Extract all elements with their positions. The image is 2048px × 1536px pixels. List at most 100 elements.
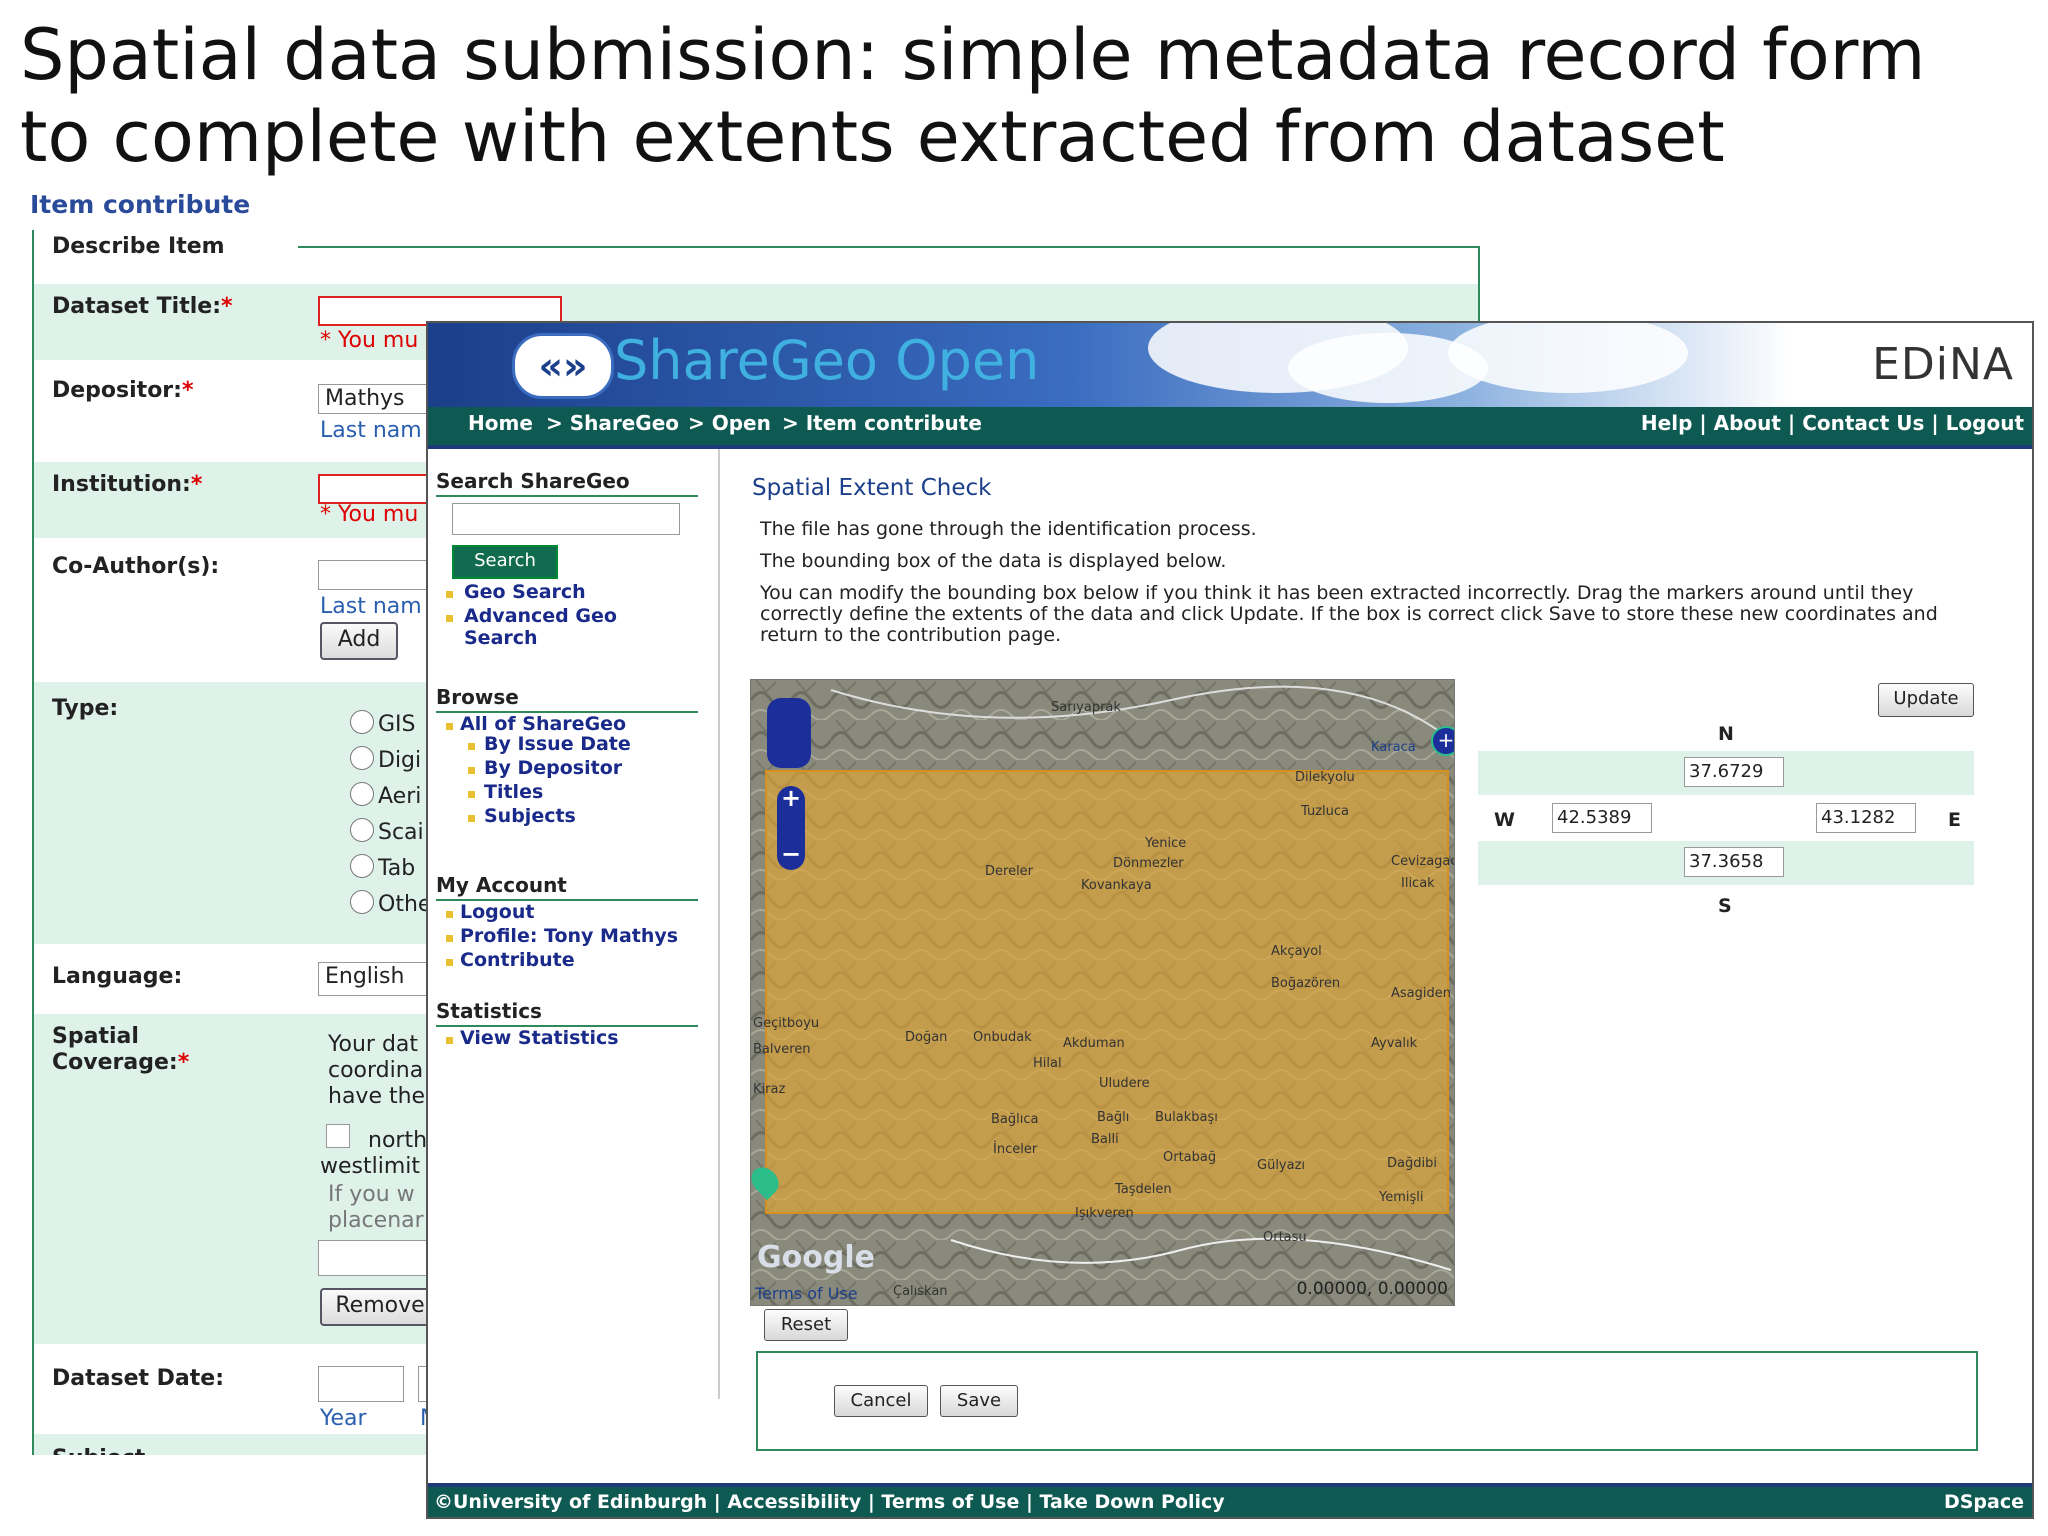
actions-box: Cancel Save [756,1351,1978,1451]
south-input[interactable]: 37.3658 [1684,847,1784,877]
institution-error: * You mu [320,502,419,527]
dspace-link[interactable]: DSpace [1944,1491,2024,1513]
top-links[interactable]: Help | About | Contact Us | Logout [1641,411,2024,435]
map-place-label: Ayvalık [1371,1036,1418,1051]
coauthor-last-name-hint: Last nam [320,594,422,619]
map-place-label: Balli [1091,1132,1119,1147]
language-select[interactable]: English [318,962,438,996]
west-input[interactable]: 42.5389 [1552,803,1652,833]
geo-search-link[interactable]: Geo Search [464,581,586,603]
map-place-label: Akduman [1063,1036,1125,1051]
type-radio-aerial[interactable] [350,782,374,806]
breadcrumb-home[interactable]: Home [468,411,533,435]
browse-by-depositor[interactable]: By Depositor [484,757,622,779]
sharegeo-banner: «» ShareGeo Open EDiNA [428,323,2032,407]
cancel-button[interactable]: Cancel [834,1385,928,1417]
map-place-label: Bulakbaşı [1155,1110,1218,1125]
north-text: north [368,1128,428,1153]
bounding-box[interactable] [765,770,1449,1214]
language-label: Language: [52,964,183,989]
map-terms-link[interactable]: Terms of Use [755,1284,858,1303]
search-heading: Search ShareGeo [436,469,630,493]
spatial-extent-check-title: Spatial Extent Check [752,475,992,501]
edina-logo: EDiNA [1872,339,2014,390]
type-option-label: Digi [378,748,422,773]
footer-links[interactable]: ©University of Edinburgh | Accessibility… [434,1491,1225,1513]
update-button[interactable]: Update [1878,683,1974,717]
dataset-date-label: Dataset Date: [52,1366,225,1391]
extent-map[interactable]: Sarıyaprak Karaca Dilekyolu Tuzluca Yeni… [750,679,1455,1306]
map-place-label: Doğan [905,1030,948,1045]
spatial-text-line-1: Your dat [328,1032,419,1057]
north-input[interactable]: 37.6729 [1684,757,1784,787]
westlimit-text: westlimit [320,1154,421,1179]
coauthor-input[interactable] [318,560,438,590]
institution-input[interactable] [318,474,438,504]
institution-label: Institution:* [52,472,203,497]
type-radio-digital[interactable] [350,746,374,770]
map-pan-control[interactable] [767,698,811,768]
map-place-label: Dağdibi [1387,1156,1437,1171]
zoom-out-icon[interactable]: − [781,840,801,868]
east-input[interactable]: 43.1282 [1816,803,1916,833]
account-profile[interactable]: Profile: Tony Mathys [460,925,678,947]
type-option-label: Othe [378,892,432,917]
search-input[interactable] [452,503,680,535]
breadcrumb-sharegeo[interactable]: > ShareGeo [546,411,679,435]
depositor-input[interactable]: Mathys [318,384,438,414]
map-place-label: İnceler [993,1142,1038,1157]
zoom-in-icon[interactable]: + [781,784,801,812]
year-input[interactable] [318,1366,404,1402]
advanced-geo-search-link[interactable]: Advanced Geo Search [464,605,617,649]
map-place-label: Ilicak [1401,876,1435,891]
item-contribute-heading: Item contribute [30,190,251,219]
type-radio-scanned[interactable] [350,818,374,842]
sharegeo-window: «» ShareGeo Open EDiNA Home > ShareGeo >… [426,321,2034,1519]
spatial-text-line-2: coordina [328,1058,424,1083]
type-radio-tabular[interactable] [350,854,374,878]
account-contribute[interactable]: Contribute [460,949,575,971]
map-place-label: Dereler [985,864,1034,879]
map-place-label: Boğazören [1271,976,1341,991]
spatial-text-line-3: have the [328,1084,426,1109]
save-button[interactable]: Save [940,1385,1018,1417]
add-coauthor-button[interactable]: Add [320,622,398,660]
west-label: W [1494,809,1515,831]
map-place-label: Kovankaya [1081,878,1152,893]
type-option-label: GIS [378,712,416,737]
marker-ne-icon[interactable]: + [1431,726,1454,756]
type-radio-gis[interactable] [350,710,374,734]
map-place-label: Bağlı [1097,1110,1130,1125]
browse-heading: Browse [436,685,519,709]
extents-table: N 37.6729 W 42.5389 43.1282 E 37.3658 S [1478,713,1974,925]
browse-by-issue-date[interactable]: By Issue Date [484,733,631,755]
type-radio-other[interactable] [350,890,374,914]
slide-title-line-1: Spatial data submission: simple metadata… [20,14,1926,96]
google-logo: Google [757,1240,875,1275]
map-place-label: Çalıskan [893,1284,948,1299]
south-label: S [1718,895,1732,917]
type-option-label: Tab [378,856,416,881]
view-statistics-link[interactable]: View Statistics [460,1027,619,1049]
map-place-label: Işıkveren [1075,1206,1134,1221]
remove-button[interactable]: Remove [320,1288,440,1326]
account-logout[interactable]: Logout [460,901,534,923]
placename-input[interactable] [318,1240,438,1276]
spatial-checkbox[interactable] [326,1124,350,1148]
reset-button[interactable]: Reset [764,1309,848,1341]
breadcrumb-open[interactable]: > Open [688,411,771,435]
map-place-label: Yemişli [1379,1190,1424,1205]
identification-paragraph: The file has gone through the identifica… [760,518,1257,540]
map-place-label: Hilal [1033,1056,1062,1071]
map-place-label: Geçitboyu [753,1016,820,1031]
breadcrumb-item-contribute[interactable]: > Item contribute [782,411,982,435]
browse-titles[interactable]: Titles [484,781,543,803]
map-place-label: Ortabağ [1163,1150,1217,1165]
type-label: Type: [52,696,119,721]
map-place-label: Yenice [1145,836,1187,851]
bounding-box-paragraph: The bounding box of the data is displaye… [760,550,1227,572]
search-button[interactable]: Search [452,545,558,579]
browse-all[interactable]: All of ShareGeo [460,713,626,735]
browse-subjects[interactable]: Subjects [484,805,576,827]
footer: ©University of Edinburgh | Accessibility… [428,1483,2032,1517]
